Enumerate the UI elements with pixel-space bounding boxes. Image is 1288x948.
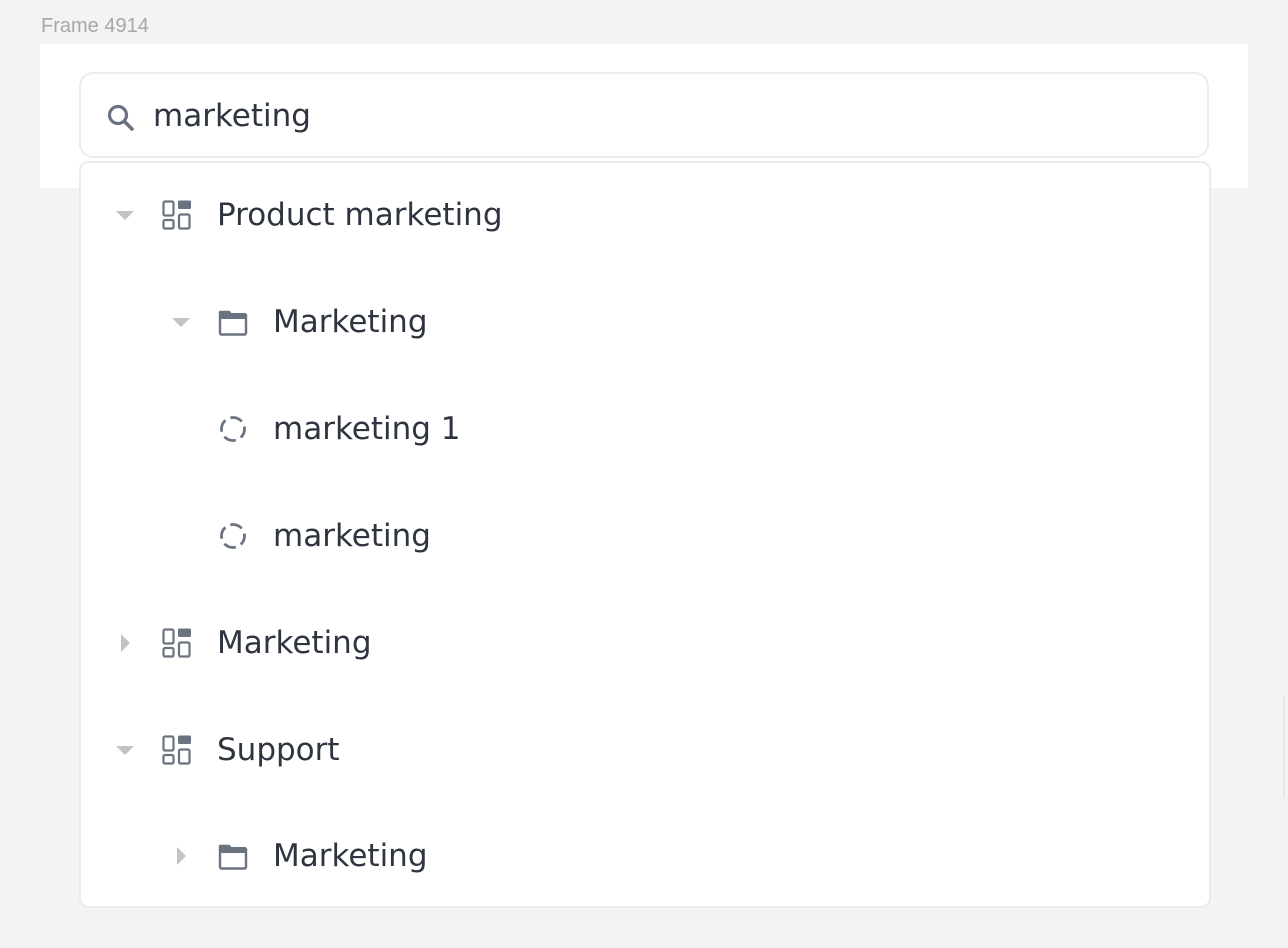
tree-row-label: marketing 1 bbox=[273, 411, 461, 447]
collection-icon bbox=[162, 735, 191, 765]
frame-label: Frame 4914 bbox=[41, 15, 149, 37]
folder-icon bbox=[218, 844, 248, 870]
caret-right-icon[interactable] bbox=[113, 631, 137, 655]
tree-row-marketing-folder[interactable]: Marketing bbox=[81, 292, 1209, 352]
tree-row-label: Support bbox=[217, 732, 340, 768]
tree-row-label: marketing bbox=[273, 518, 431, 554]
collection-icon bbox=[162, 200, 191, 230]
tree-row-product-marketing[interactable]: Product marketing bbox=[81, 185, 1209, 245]
tree-row-label: Marketing bbox=[273, 304, 428, 340]
dashed-circle-icon bbox=[220, 416, 246, 442]
search-input[interactable]: marketing bbox=[79, 72, 1209, 158]
tree-row-label: Product marketing bbox=[217, 197, 503, 233]
folder-icon bbox=[218, 310, 248, 336]
search-input-value[interactable]: marketing bbox=[153, 96, 311, 136]
dashed-circle-icon bbox=[220, 523, 246, 549]
tree-row-support-marketing-folder[interactable]: Marketing bbox=[81, 826, 1209, 886]
caret-down-icon[interactable] bbox=[113, 738, 137, 762]
search-icon bbox=[107, 104, 134, 131]
tree-row-label: Marketing bbox=[273, 838, 428, 874]
caret-right-icon[interactable] bbox=[169, 844, 193, 868]
background-card-edge bbox=[1283, 694, 1288, 800]
caret-down-icon[interactable] bbox=[113, 203, 137, 227]
caret-down-icon[interactable] bbox=[169, 310, 193, 334]
tree-row-marketing[interactable]: marketing bbox=[81, 506, 1209, 566]
tree-row-label: Marketing bbox=[217, 625, 372, 661]
tree-row-marketing-1[interactable]: marketing 1 bbox=[81, 399, 1209, 459]
collection-icon bbox=[162, 628, 191, 658]
tree-row-marketing-collection[interactable]: Marketing bbox=[81, 613, 1209, 673]
search-results-dropdown: Product marketing Marketing marketing 1 … bbox=[79, 161, 1211, 908]
tree-row-support[interactable]: Support bbox=[81, 720, 1209, 780]
